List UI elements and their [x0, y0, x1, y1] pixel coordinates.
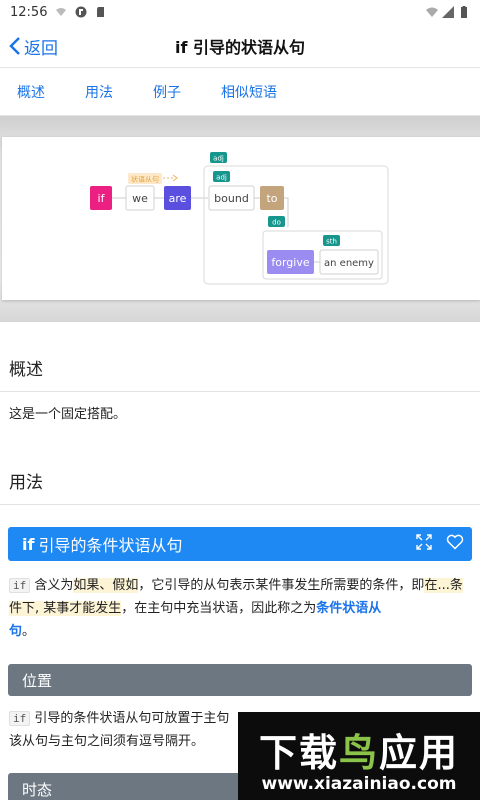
- position-label: 位置: [22, 671, 53, 690]
- watermark-url: www.xiazainiao.com: [261, 774, 457, 794]
- arrow-head-icon: [172, 174, 178, 182]
- watermark-title: 下载鸟应用: [238, 722, 480, 777]
- code-if: if: [9, 711, 31, 726]
- word-if: if: [98, 192, 106, 205]
- overview-text: 这是一个固定搭配。: [9, 407, 127, 422]
- page-title-keyword: if: [174, 37, 188, 57]
- adj-tag-label: adj: [213, 155, 224, 163]
- watermark-text-1: 下载: [258, 731, 339, 775]
- navigation-bar: 返回 if 引导的状语从句: [0, 24, 480, 68]
- position-bar: 位置: [8, 664, 472, 696]
- do-tag-label: do: [272, 219, 281, 227]
- tab-usage[interactable]: 用法: [85, 82, 113, 102]
- usage-title-keyword: if: [22, 534, 35, 554]
- highlight-meaning: 如果、假如: [73, 578, 139, 593]
- tab-examples[interactable]: 例子: [153, 82, 181, 102]
- clause-arrow-label: 状语从句: [131, 175, 159, 184]
- text-span: 含义为: [34, 578, 74, 593]
- overview-heading: 概述: [9, 360, 43, 380]
- tab-overview[interactable]: 概述: [17, 82, 45, 102]
- divider: [0, 391, 480, 392]
- back-label: 返回: [24, 38, 58, 59]
- usage-heading: 用法: [9, 473, 43, 493]
- chevron-left-icon: [9, 37, 20, 55]
- conditional-clause-link[interactable]: 条件状语从: [316, 601, 381, 616]
- sd-card-icon: [97, 7, 105, 17]
- page-title-rest: 引导的状语从句: [187, 37, 306, 57]
- wifi-icon: [426, 7, 438, 17]
- word-an-enemy: an enemy: [324, 258, 374, 269]
- text-span: 引导的条件状语从句可放置于主句: [34, 711, 230, 726]
- watermark-text-3: 应用: [379, 731, 460, 775]
- usage-title-text: 引导的条件状语从句: [38, 536, 183, 555]
- text-span: ，它引导的从句表示某件事发生所需要的条件，即: [138, 578, 425, 593]
- signal-icon: [442, 6, 454, 18]
- text-span: 该从句与主句之间须有逗号隔开。: [9, 734, 205, 749]
- word-to: to: [266, 192, 277, 205]
- back-button[interactable]: 返回: [8, 24, 58, 68]
- word-we: we: [132, 192, 148, 205]
- sentence-structure-svg: 状语从句 adj adj do sth if we are bound to f…: [90, 152, 389, 285]
- divider: [0, 504, 480, 505]
- conditional-clause-link-end[interactable]: 句: [9, 624, 22, 639]
- word-forgive: forgive: [271, 256, 309, 269]
- usage-section: 用法: [0, 468, 480, 493]
- expand-icon[interactable]: [416, 534, 432, 550]
- heart-icon[interactable]: [446, 534, 464, 550]
- page-title: if 引导的状语从句: [0, 34, 480, 58]
- watermark-logo: 下载鸟应用 www.xiazainiao.com: [238, 712, 480, 800]
- word-are: are: [169, 192, 187, 205]
- status-time: 12:56: [10, 4, 48, 20]
- sentence-diagram[interactable]: 状语从句 adj adj do sth if we are bound to f…: [2, 137, 480, 300]
- wifi-off-icon: [56, 8, 67, 16]
- usage-title-bar: if 引导的条件状语从句: [8, 527, 472, 561]
- section-tabs: 概述 用法 例子 相似短语: [0, 68, 480, 116]
- adj-tag-label: adj: [216, 174, 227, 182]
- tab-similar-phrases[interactable]: 相似短语: [221, 82, 277, 102]
- overview-section: 概述: [0, 355, 480, 380]
- word-bound: bound: [214, 192, 249, 205]
- app-notification-icon: [75, 6, 87, 18]
- sth-tag-label: sth: [326, 238, 337, 246]
- watermark-text-2: 鸟: [338, 731, 379, 775]
- code-if: if: [9, 578, 31, 593]
- text-span: ，在主句中充当状语，因此称之为: [121, 601, 317, 616]
- tense-label: 时态: [22, 780, 53, 799]
- status-bar: 12:56: [0, 0, 480, 24]
- text-span: 。: [22, 624, 36, 639]
- usage-paragraph-1: if 含义为如果、假如，它引导的从句表示某件事发生所需要的条件，即在...条件下…: [9, 574, 469, 643]
- battery-icon: [461, 6, 467, 18]
